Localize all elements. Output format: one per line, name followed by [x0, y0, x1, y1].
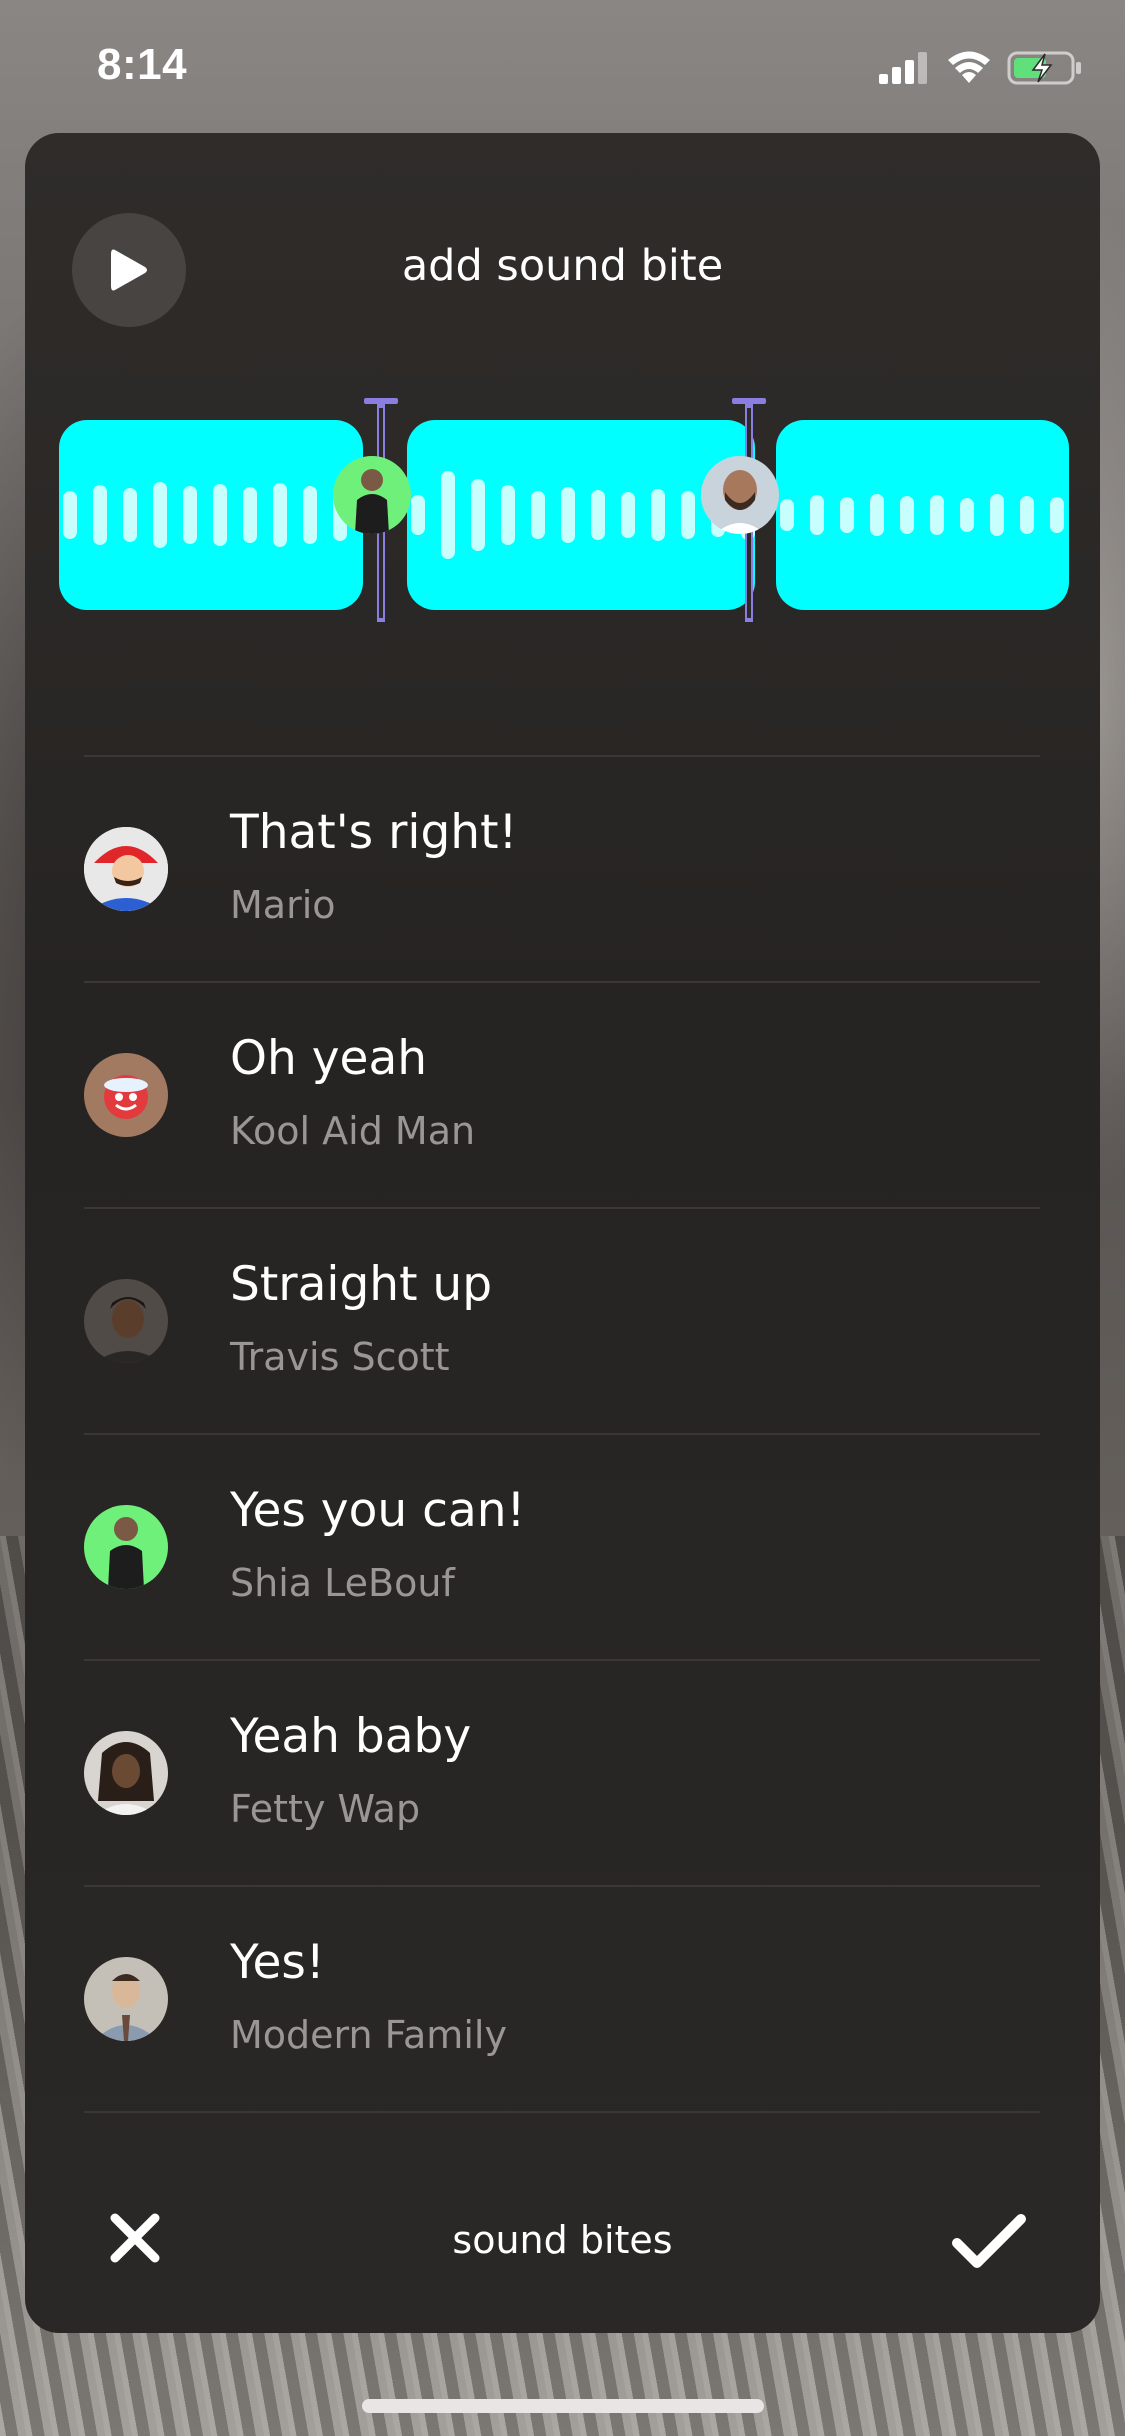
sheet-title: add sound bite: [401, 241, 724, 291]
waveform-segment-2[interactable]: [407, 420, 755, 610]
status-bar: 8:14: [0, 0, 1125, 130]
waveform-bar: [93, 485, 107, 545]
waveform-bar: [1020, 496, 1034, 534]
sound-bite-source: Fetty Wap: [230, 1787, 421, 1831]
avatar: [84, 1957, 168, 2041]
list-item[interactable]: Straight up Travis Scott: [84, 1207, 1040, 1433]
sound-bite-list: That's right! Mario Oh yeah Kool Aid Man: [84, 755, 1040, 2113]
list-item[interactable]: Yes you can! Shia LeBouf: [84, 1433, 1040, 1659]
waveform-bar: [900, 496, 914, 534]
waveform-bar: [153, 482, 167, 548]
avatar: [84, 1279, 168, 1363]
waveform-bar: [870, 494, 884, 536]
waveform-bar: [840, 497, 854, 533]
waveform-segment-3[interactable]: [776, 420, 1069, 610]
sound-bite-title: That's right!: [230, 805, 518, 860]
list-item[interactable]: Oh yeah Kool Aid Man: [84, 981, 1040, 1207]
marker-avatar-shia[interactable]: [333, 456, 411, 534]
avatar: [84, 1731, 168, 1815]
footer-title: sound bites: [452, 2218, 673, 2262]
sound-bite-title: Yes you can!: [230, 1483, 526, 1538]
waveform-bar: [591, 490, 605, 540]
sound-bite-source: Modern Family: [230, 2013, 507, 2057]
waveform-bar: [651, 489, 665, 541]
avatar: [84, 1053, 168, 1137]
waveform-bar: [63, 491, 77, 539]
waveform-bar: [501, 485, 515, 545]
waveform-bar: [810, 495, 824, 535]
waveform-bar: [960, 498, 974, 532]
waveform-bar: [183, 486, 197, 544]
marker-avatar-drake[interactable]: [701, 456, 779, 534]
sound-bite-source: Travis Scott: [230, 1335, 450, 1379]
waveform-bar: [681, 491, 695, 539]
waveform-bar: [621, 492, 635, 538]
waveform-bar: [273, 483, 287, 547]
waveform-bar: [531, 491, 545, 539]
status-time: 8:14: [97, 40, 188, 89]
waveform-bar: [411, 495, 425, 535]
sound-bite-source: Shia LeBouf: [230, 1561, 455, 1605]
waveform-bar: [1050, 497, 1064, 533]
signal-icon: [879, 52, 927, 84]
waveform-bar: [930, 495, 944, 535]
sound-bite-sheet: add sound bite That's right! Mario Oh ye…: [25, 133, 1100, 2333]
sound-bite-title: Oh yeah: [230, 1031, 428, 1086]
waveform-bar: [243, 487, 257, 543]
sound-bite-title: Yeah baby: [230, 1709, 472, 1764]
waveform-bar: [990, 494, 1004, 536]
list-item[interactable]: Yes! Modern Family: [84, 1885, 1040, 2113]
checkmark-icon: [952, 2214, 1026, 2268]
waveform-bar: [471, 479, 485, 551]
avatar: [84, 827, 168, 911]
waveform-bar: [441, 471, 455, 559]
sound-bite-source: Mario: [230, 883, 336, 927]
list-item[interactable]: Yeah baby Fetty Wap: [84, 1659, 1040, 1885]
waveform-bar: [213, 484, 227, 546]
waveform-segment-1[interactable]: [59, 420, 363, 610]
waveform-bar: [123, 488, 137, 542]
home-indicator[interactable]: [362, 2399, 764, 2413]
status-icons: [879, 48, 1083, 88]
sound-bite-title: Straight up: [230, 1257, 493, 1312]
battery-charging-icon: [1007, 51, 1081, 85]
waveform-bar: [780, 499, 794, 531]
waveform-bar: [303, 486, 317, 544]
list-item[interactable]: That's right! Mario: [84, 755, 1040, 981]
waveform-bar: [561, 487, 575, 543]
waveform-editor[interactable]: [59, 398, 1069, 688]
wifi-icon: [948, 51, 990, 83]
sound-bite-title: Yes!: [230, 1935, 325, 1990]
sound-bite-source: Kool Aid Man: [230, 1109, 476, 1153]
avatar: [84, 1505, 168, 1589]
confirm-button[interactable]: [951, 2211, 1027, 2271]
